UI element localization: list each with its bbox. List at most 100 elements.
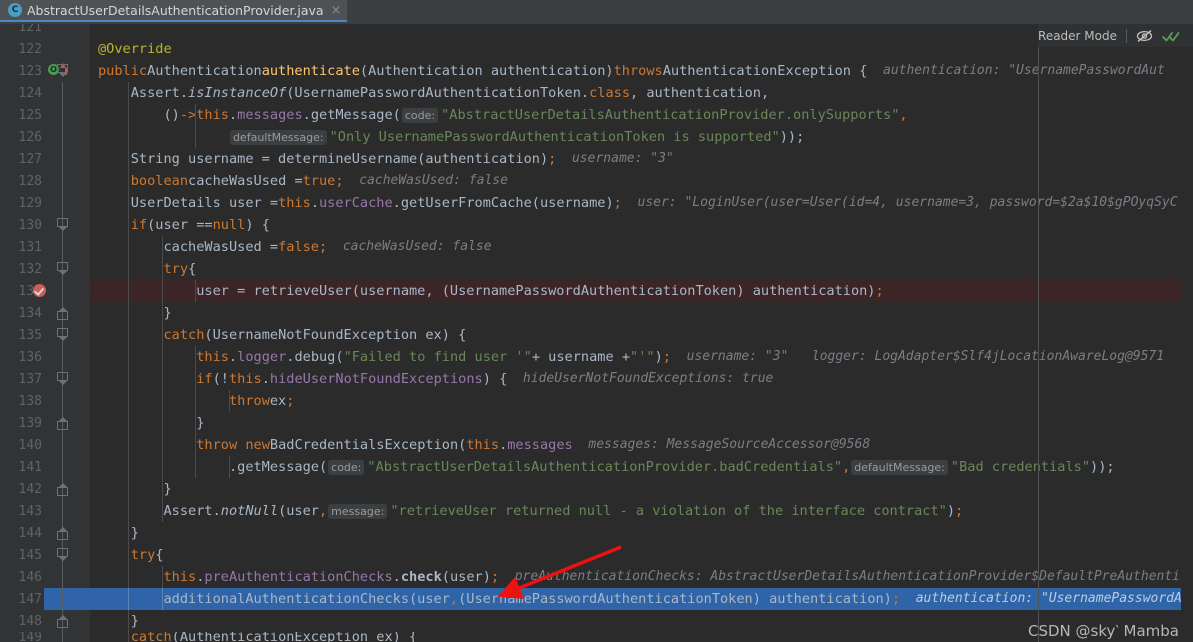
double-check-icon[interactable] (1162, 29, 1180, 43)
fold-guide (62, 566, 63, 588)
gutter-139[interactable]: 139 (0, 412, 90, 434)
code-text: if (user == null) { (90, 214, 1193, 236)
code-line-146[interactable]: 146 this. preAuthenticationChecks. check (u… (0, 566, 1193, 588)
gutter-146[interactable]: 146 (0, 566, 90, 588)
line-number: 140 (18, 437, 42, 453)
gutter-147[interactable]: 147 (0, 588, 90, 610)
code-line-133[interactable]: 133 user = retrieveUser(username, (Usern… (0, 280, 1193, 302)
line-number: 122 (18, 41, 42, 57)
code-line-125[interactable]: 125 () -> this. messages .getMessage(code:… (0, 104, 1193, 126)
breakpoint-verified-icon[interactable] (33, 284, 46, 297)
code-line-147-current[interactable]: 147 additionalAuthenticationChecks(user,… (0, 588, 1193, 610)
code-line-138[interactable]: 138 throw ex; (0, 390, 1193, 412)
gutter-138[interactable]: 138 (0, 390, 90, 412)
fold-guide (62, 148, 63, 170)
watermark-text: CSDN @sky‵ Mamba (1027, 622, 1179, 640)
code-line-142[interactable]: 142 } (0, 478, 1193, 500)
parameter-hint-code: code: (328, 459, 365, 475)
fold-region-start-icon[interactable] (57, 64, 68, 77)
code-line-134[interactable]: 134 } (0, 302, 1193, 324)
gutter-131[interactable]: 131 (0, 236, 90, 258)
line-number: 144 (18, 525, 42, 541)
line-number: 134 (18, 305, 42, 321)
gutter-134[interactable]: 134 (0, 302, 90, 324)
code-line-141[interactable]: 141 .getMessage(code: "AbstractUserDetail… (0, 456, 1193, 478)
gutter-122[interactable]: 122 (0, 38, 90, 60)
tab-abstractuserdetailsauthenticationprovider[interactable]: C AbstractUserDetailsAuthenticationProvi… (0, 0, 348, 22)
eye-crossed-icon[interactable] (1136, 29, 1153, 43)
gutter-121[interactable]: 121 (0, 24, 90, 38)
inline-hint-name: authentication: (883, 63, 1001, 78)
fold-region-end-icon[interactable] (57, 417, 68, 430)
code-line-148[interactable]: 148 } (0, 610, 1193, 632)
gutter-126[interactable]: 126 (0, 126, 90, 148)
gutter-145[interactable]: 145 (0, 544, 90, 566)
gutter-127[interactable]: 127 (0, 148, 90, 170)
fold-region-end-icon[interactable] (57, 615, 68, 628)
gutter-124[interactable]: 124 (0, 82, 90, 104)
gutter-130[interactable]: 130 (0, 214, 90, 236)
code-line-123[interactable]: 123 O public Authentication authenticate… (0, 60, 1193, 82)
code-line-143[interactable]: 143 Assert. notNull (user, message: "retrie… (0, 500, 1193, 522)
code-text: UserDetails user = this. userCache .getUse… (90, 192, 1193, 214)
gutter-135[interactable]: 135 (0, 324, 90, 346)
fold-region-end-icon[interactable] (57, 307, 68, 320)
fold-region-start-icon[interactable] (57, 548, 68, 561)
code-line-126[interactable]: 126 defaultMessage: "Only UsernamePasswor… (0, 126, 1193, 148)
gutter-123[interactable]: 123 O (0, 60, 90, 82)
fold-region-end-icon[interactable] (57, 483, 68, 496)
gutter-148[interactable]: 148 (0, 610, 90, 632)
code-line-137[interactable]: 137 if (! this. hideUserNotFoundExceptions… (0, 368, 1193, 390)
code-line-130[interactable]: 130 if (user == null) { (0, 214, 1193, 236)
code-line-136[interactable]: 136 this. logger .debug("Failed to find us… (0, 346, 1193, 368)
code-line-128[interactable]: 128 boolean cacheWasUsed = true; cacheWa… (0, 170, 1193, 192)
gutter-125[interactable]: 125 (0, 104, 90, 126)
gutter-128[interactable]: 128 (0, 170, 90, 192)
code-line-121[interactable]: 121 (0, 24, 1193, 38)
gutter-143[interactable]: 143 (0, 500, 90, 522)
fold-region-start-icon[interactable] (57, 262, 68, 275)
gutter-133[interactable]: 133 (0, 280, 90, 302)
gutter-132[interactable]: 132 (0, 258, 90, 280)
gutter-129[interactable]: 129 (0, 192, 90, 214)
code-text: Assert. isInstanceOf (UsernamePasswordAuth… (90, 82, 1193, 104)
close-icon[interactable]: × (331, 4, 342, 17)
code-line-122[interactable]: 122 @Override (0, 38, 1193, 60)
code-line-129[interactable]: 129 UserDetails user = this. userCache .ge… (0, 192, 1193, 214)
code-text: if (! this. hideUserNotFoundExceptions) { … (90, 368, 1193, 390)
code-line-132[interactable]: 132 try { (0, 258, 1193, 280)
line-number: 125 (18, 107, 42, 123)
code-line-124[interactable]: 124 Assert. isInstanceOf (UsernamePassword… (0, 82, 1193, 104)
line-number: 139 (18, 415, 42, 431)
gutter-137[interactable]: 137 (0, 368, 90, 390)
inline-hint-name: username: (571, 151, 643, 166)
fold-region-end-icon[interactable] (57, 527, 68, 540)
fold-guide (62, 170, 63, 192)
code-line-139[interactable]: 139 } (0, 412, 1193, 434)
code-line-140[interactable]: 140 throw new BadCredentialsException(th… (0, 434, 1193, 456)
reader-mode-label[interactable]: Reader Mode (1038, 29, 1117, 43)
code-text: () -> this. messages .getMessage(code: "Abs… (90, 104, 1193, 126)
fold-region-start-icon[interactable] (57, 328, 68, 341)
gutter-144[interactable]: 144 (0, 522, 90, 544)
fold-region-start-icon[interactable] (57, 372, 68, 385)
gutter-149[interactable]: 149 (0, 632, 90, 642)
code-line-149[interactable]: 149 catch (AuthenticationException ex) { (0, 632, 1193, 642)
gutter-141[interactable]: 141 (0, 456, 90, 478)
code-line-135[interactable]: 135 catch (UsernameNotFoundException ex)… (0, 324, 1193, 346)
gutter-140[interactable]: 140 (0, 434, 90, 456)
vertical-scrollbar[interactable] (1181, 24, 1193, 642)
code-editor[interactable]: 121 122 @Override 123 O public Authentic… (0, 24, 1193, 642)
fold-region-start-icon[interactable] (57, 218, 68, 231)
code-line-145[interactable]: 145 try { (0, 544, 1193, 566)
gutter-136[interactable]: 136 (0, 346, 90, 368)
line-number: 148 (18, 613, 42, 629)
inline-hint-value-2: LogAdapter$Slf4jLocationAwareLog@9571 (874, 349, 1165, 364)
code-line-144[interactable]: 144 } (0, 522, 1193, 544)
fold-guide (62, 126, 63, 148)
gutter-142[interactable]: 142 (0, 478, 90, 500)
code-line-127[interactable]: 127 String username = determineUsername(… (0, 148, 1193, 170)
inline-hint-name-2: logger: (811, 349, 867, 364)
line-number: 145 (18, 547, 42, 563)
code-line-131[interactable]: 131 cacheWasUsed = false; cacheWasUsed: … (0, 236, 1193, 258)
